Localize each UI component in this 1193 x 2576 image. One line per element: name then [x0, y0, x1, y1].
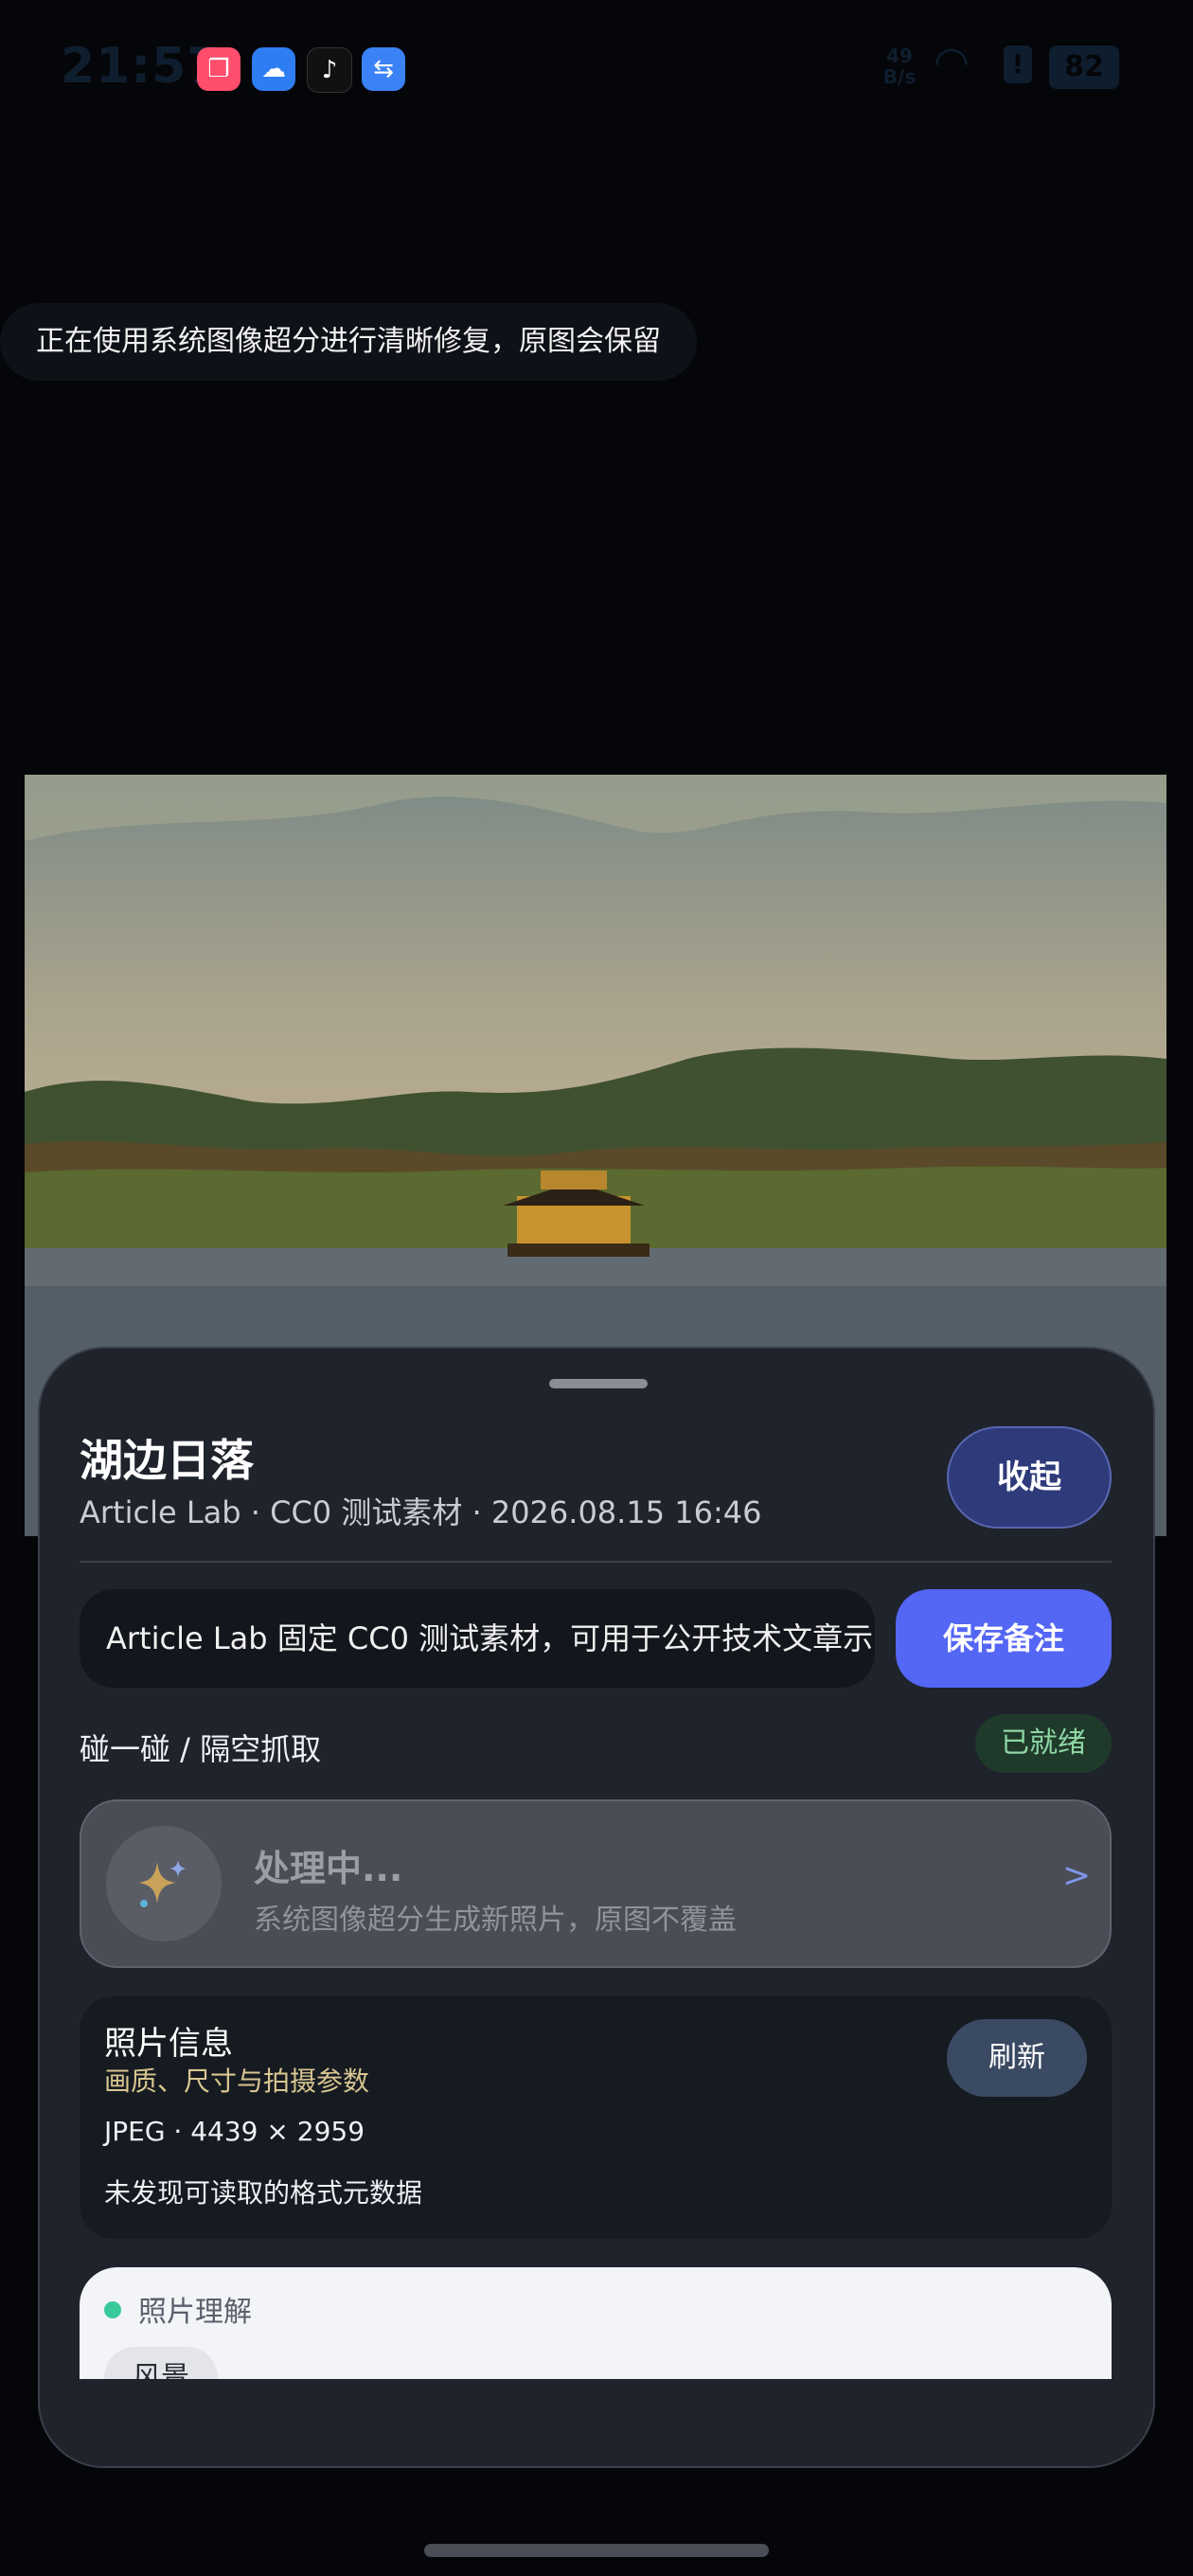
divider — [80, 1561, 1112, 1563]
status-bar: 21:57 ❐ ☁ ♪ ⇆ 49 B/s ◠ ! 82 — [0, 0, 1193, 142]
collapse-button[interactable]: 收起 — [947, 1426, 1112, 1529]
sparkle-icon — [106, 1826, 222, 1941]
photo-info-subtitle: 画质、尺寸与拍摄参数 — [104, 2066, 370, 2097]
refresh-button[interactable]: 刷新 — [947, 2019, 1087, 2097]
status-dot — [104, 2301, 121, 2318]
sheet-footer-area — [40, 2379, 1153, 2466]
photo-info-title: 照片信息 — [104, 2025, 233, 2063]
processing-subtitle: 系统图像超分生成新照片，原图不覆盖 — [254, 1904, 737, 1937]
photo-meta: Article Lab · CC0 测试素材 · 2026.08.15 16:4… — [80, 1494, 762, 1530]
net-speed: 49 B/s — [882, 45, 917, 88]
tiktok-app-icon: ♪ — [307, 47, 352, 93]
home-indicator[interactable] — [424, 2544, 769, 2557]
understanding-visible-area: 照片理解 风景 — [80, 2267, 1112, 2379]
sheet-drag-handle[interactable] — [549, 1379, 648, 1388]
battery-indicator: 82 — [1049, 45, 1119, 89]
photo-detail-sheet: 湖边日落 Article Lab · CC0 测试素材 · 2026.08.15… — [38, 1347, 1155, 2468]
usb-icon: ⇆ — [362, 47, 405, 91]
photo-metadata-status: 未发现可读取的格式元数据 — [104, 2177, 423, 2209]
photo-title: 湖边日落 — [80, 1435, 254, 1486]
weather-app-icon: ☁ — [252, 47, 295, 91]
processing-card[interactable]: 处理中... 系统图像超分生成新照片，原图不覆盖 > — [80, 1799, 1112, 1968]
reader-app-icon: ❐ — [197, 47, 240, 91]
save-note-button[interactable]: 保存备注 — [896, 1589, 1112, 1688]
ready-status-badge: 已就绪 — [975, 1714, 1112, 1773]
processing-title: 处理中... — [254, 1848, 403, 1889]
touch-share-label: 碰一碰 / 隔空抓取 — [80, 1731, 322, 1767]
alert-icon: ! — [1004, 45, 1032, 83]
photo-format-size: JPEG · 4439 × 2959 — [104, 2116, 365, 2147]
enhance-toast: 正在使用系统图像超分进行清晰修复，原图会保留 — [0, 303, 697, 381]
wifi-icon: ◠ — [935, 38, 968, 86]
scene-tag-chip[interactable]: 风景 — [104, 2347, 218, 2379]
photo-info-card: 照片信息 画质、尺寸与拍摄参数 JPEG · 4439 × 2959 未发现可读… — [80, 1996, 1112, 2239]
chevron-right-icon: > — [1062, 1856, 1092, 1895]
note-input[interactable]: Article Lab 固定 CC0 测试素材，可用于公开技术文章示 — [80, 1589, 875, 1688]
understanding-title: 照片理解 — [138, 2296, 252, 2329]
